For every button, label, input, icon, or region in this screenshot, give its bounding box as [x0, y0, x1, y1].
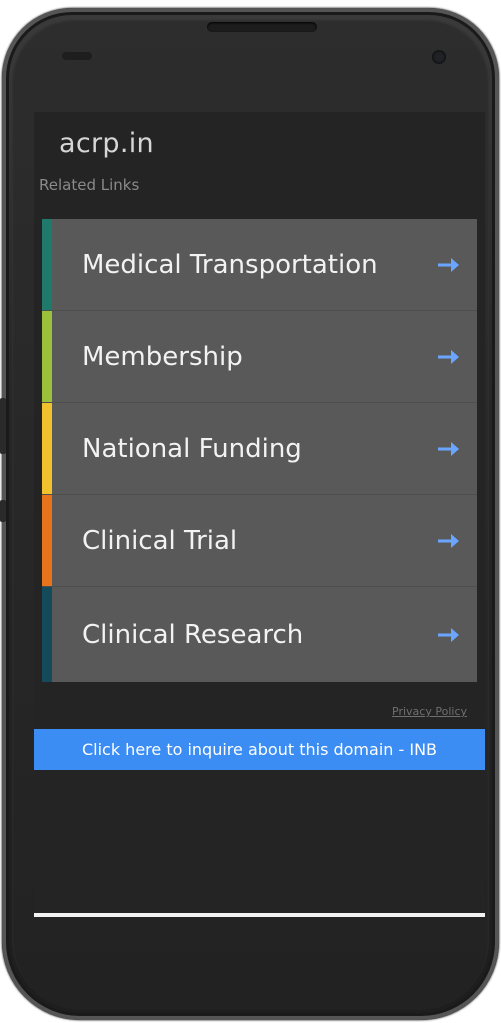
link-label: Clinical Research: [82, 619, 304, 650]
link-membership[interactable]: Membership: [42, 311, 477, 403]
browser-screen: acrp.in Related Links Medical Transporta…: [34, 112, 485, 916]
front-camera-icon: [432, 50, 446, 64]
arrow-right-icon: [438, 441, 459, 456]
arrow-right-icon: [438, 257, 459, 272]
arrow-right-icon: [438, 349, 459, 364]
link-color-bar: [42, 219, 52, 310]
arrow-right-icon: [438, 533, 459, 548]
power-button: [0, 500, 6, 522]
privacy-policy-link[interactable]: Privacy Policy: [392, 705, 467, 718]
link-color-bar: [42, 311, 52, 402]
link-national-funding[interactable]: National Funding: [42, 403, 477, 495]
related-links-heading: Related Links: [39, 176, 140, 194]
site-title: acrp.in: [59, 128, 154, 159]
link-label: National Funding: [82, 433, 302, 464]
inquire-domain-button[interactable]: Click here to inquire about this domain …: [34, 729, 485, 770]
link-label: Clinical Trial: [82, 525, 238, 556]
volume-button: [0, 398, 6, 454]
related-links-list: Medical Transportation Membership Nation…: [42, 219, 477, 682]
link-label: Medical Transportation: [82, 249, 378, 280]
link-medical-transportation[interactable]: Medical Transportation: [42, 219, 477, 311]
link-label: Membership: [82, 341, 243, 372]
speaker-grille: [207, 22, 317, 32]
link-clinical-research[interactable]: Clinical Research: [42, 587, 477, 682]
screen-bottom-edge: [34, 913, 485, 917]
arrow-right-icon: [438, 627, 459, 642]
link-color-bar: [42, 403, 52, 494]
link-color-bar: [42, 495, 52, 586]
link-color-bar: [42, 587, 52, 682]
proximity-sensor: [62, 52, 92, 60]
link-clinical-trial[interactable]: Clinical Trial: [42, 495, 477, 587]
